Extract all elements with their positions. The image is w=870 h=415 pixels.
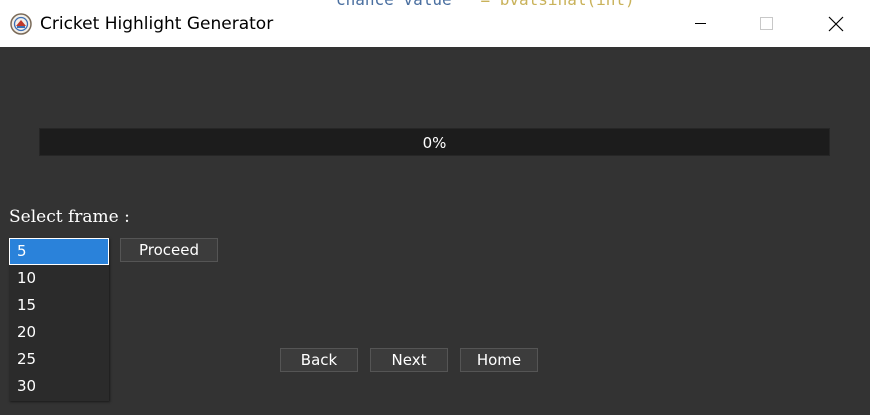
- app-emblem-icon: [10, 13, 32, 35]
- background-code-snippet: chance value = bvatsinal(int): [336, 0, 635, 9]
- frame-option[interactable]: 30: [9, 373, 109, 400]
- next-button[interactable]: Next: [370, 348, 448, 372]
- back-button[interactable]: Back: [280, 348, 358, 372]
- close-button[interactable]: [806, 0, 866, 47]
- frame-option[interactable]: 20: [9, 319, 109, 346]
- home-button[interactable]: Home: [460, 348, 538, 372]
- window-title: Cricket Highlight Generator: [40, 14, 274, 34]
- minimize-icon: [694, 23, 706, 24]
- frame-option[interactable]: 10: [9, 265, 109, 292]
- select-frame-label: Select frame :: [9, 207, 130, 227]
- frame-option[interactable]: 5: [9, 238, 109, 265]
- maximize-button[interactable]: [736, 0, 796, 47]
- minimize-button[interactable]: [670, 0, 730, 47]
- maximize-icon: [759, 17, 773, 30]
- proceed-button[interactable]: Proceed: [120, 238, 218, 262]
- progress-label: 0%: [422, 134, 447, 152]
- title-bar: chance value = bvatsinal(int) Cricket Hi…: [0, 0, 870, 47]
- progress-bar: 0%: [39, 128, 830, 156]
- close-icon: [828, 16, 844, 31]
- frame-listbox[interactable]: 5 10 15 20 25 30: [9, 238, 109, 401]
- frame-option[interactable]: 25: [9, 346, 109, 373]
- frame-option[interactable]: 15: [9, 292, 109, 319]
